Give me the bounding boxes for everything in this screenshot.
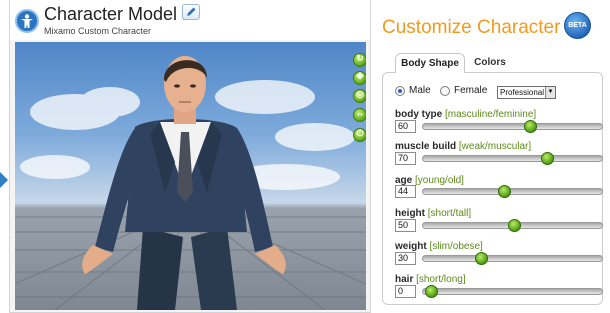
zoom-icon[interactable]: ◎ [353,89,366,103]
slider-range: [slim/obese] [429,241,483,252]
tab-colors[interactable]: Colors [470,53,510,73]
model-subtitle: Mixamo Custom Character [44,26,152,36]
weight-slider[interactable] [422,252,603,265]
height-value[interactable]: 50 [395,219,416,232]
tab-body-shape[interactable]: Body Shape [395,53,465,73]
reset-icon[interactable]: ⏻ [353,128,366,142]
beta-badge: BETA [564,12,591,39]
slider-name: hair [395,274,414,285]
slider-range: [masculine/feminine] [445,109,537,120]
beta-badge-label: BETA [568,22,587,29]
male-radio[interactable] [395,86,405,96]
slider-thumb[interactable] [425,285,438,298]
slider-thumb[interactable] [497,185,511,198]
slider-thumb[interactable] [507,219,521,232]
slider-name: height [395,208,425,219]
walk-icon[interactable]: ↔ [353,108,366,122]
slider-label-hair: hair [short/long] [395,274,466,285]
muscle-build-slider[interactable] [422,152,603,165]
slider-thumb[interactable] [540,152,554,165]
muscle-build-value[interactable]: 70 [395,152,416,165]
slider-name: muscle build [395,141,457,152]
slider-range: [short/tall] [427,208,472,219]
age-slider[interactable] [422,185,603,198]
slider-name: body type [395,109,443,120]
slider-thumb[interactable] [524,120,537,133]
body-type-slider[interactable] [422,120,603,133]
slider-range: [weak/muscular] [458,141,532,152]
slider-label-height: height [short/tall] [395,208,471,219]
hair-slider[interactable] [422,285,603,298]
customize-title: Customize Character [382,17,561,38]
side-arrow-icon [0,172,8,188]
weight-value[interactable]: 30 [395,252,416,265]
slider-label-body-type: body type [masculine/feminine] [395,109,536,120]
edit-icon[interactable] [182,4,200,20]
model-title: Character Model 1 [44,4,193,24]
female-label: Female [454,85,488,96]
slider-label-weight: weight [slim/obese] [395,241,483,252]
female-radio[interactable] [440,86,450,96]
height-slider[interactable] [422,219,603,232]
preset-select[interactable]: Professional ▼ [497,86,556,99]
rotate-icon[interactable]: ↻ [353,53,366,67]
slider-name: weight [395,241,427,252]
model-title-bar: Character Model 1 Mixamo Custom Characte… [10,0,370,40]
age-value[interactable]: 44 [395,185,416,198]
hair-value[interactable]: 0 [395,285,416,298]
slider-label-muscle-build: muscle build [weak/muscular] [395,141,531,152]
preset-select-value: Professional [500,88,545,97]
chevron-down-icon: ▼ [545,87,555,98]
slider-range: [young/old] [415,175,464,186]
male-label: Male [409,85,431,96]
model-panel: Character Model 1 Mixamo Custom Characte… [9,0,371,313]
slider-thumb[interactable] [474,252,488,265]
body-type-value[interactable]: 60 [395,120,416,133]
character-viewport[interactable]: ↻ ✥ ◎ ↔ ⏻ [15,42,366,310]
app-logo-icon [15,9,39,33]
slider-range: [short/long] [416,274,466,285]
move-icon[interactable]: ✥ [353,71,366,85]
